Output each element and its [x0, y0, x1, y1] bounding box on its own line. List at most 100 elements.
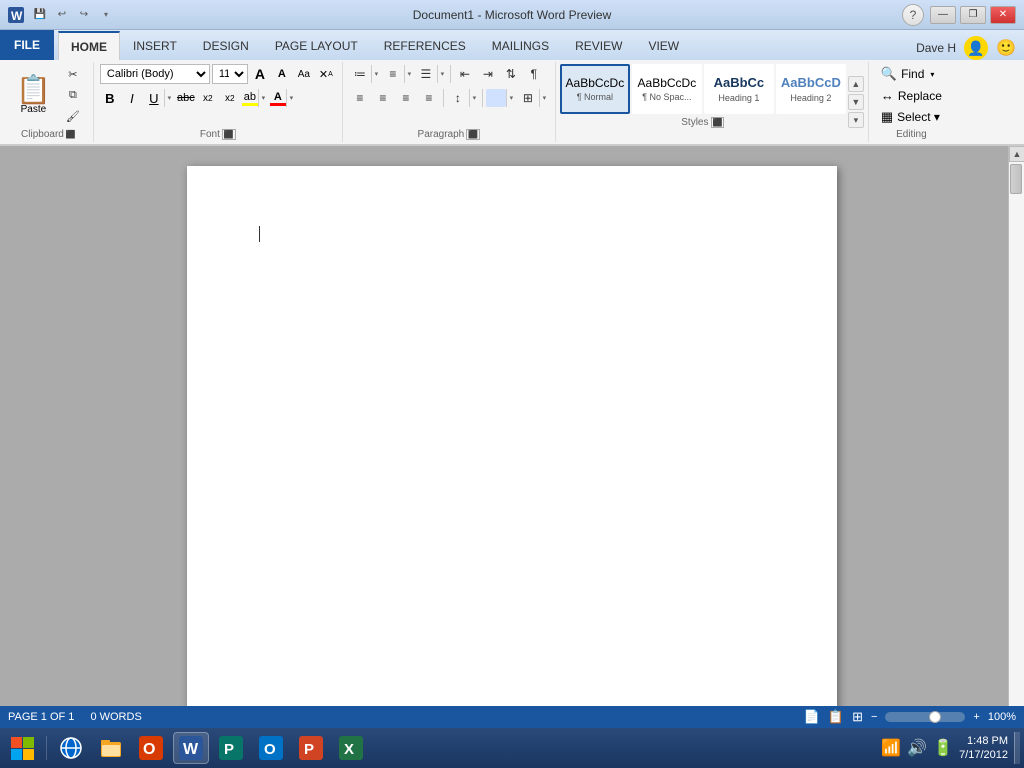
taskbar-word[interactable]: W [173, 732, 209, 764]
tab-file[interactable]: FILE [0, 30, 54, 60]
taskbar-ie[interactable] [53, 732, 89, 764]
tab-home[interactable]: HOME [58, 31, 120, 61]
find-dropdown[interactable]: ▾ [930, 70, 934, 79]
bold-button[interactable]: B [100, 88, 120, 108]
save-qa-button[interactable]: 💾 [30, 5, 50, 25]
help-button[interactable]: ? [902, 4, 924, 26]
font-size-dropdown[interactable]: 11 [212, 64, 248, 84]
taskbar-explorer[interactable] [93, 732, 129, 764]
shading-button[interactable] [486, 89, 506, 107]
font-expand-icon[interactable]: ⬛ [222, 129, 236, 140]
scroll-up-button[interactable]: ▲ [1009, 146, 1024, 162]
clear-formatting-button[interactable]: ✕A [316, 64, 336, 84]
cut-button[interactable]: ✂ [59, 65, 87, 85]
styles-expand-icon[interactable]: ⬛ [711, 117, 725, 128]
subscript-button[interactable]: x2 [198, 88, 218, 108]
font-color-button[interactable]: A [270, 91, 286, 106]
font-name-dropdown[interactable]: Calibri (Body) [100, 64, 210, 84]
zoom-thumb[interactable] [929, 711, 941, 723]
select-button[interactable]: ▦ Select ▾ [875, 107, 946, 127]
line-spacing-dropdown[interactable]: ▾ [469, 89, 479, 107]
tab-mailings[interactable]: MAILINGS [479, 30, 562, 60]
restore-button[interactable]: ❐ [960, 6, 986, 24]
qa-customize-button[interactable]: ▾ [96, 5, 116, 25]
decrease-indent-button[interactable]: ⇤ [454, 64, 476, 84]
find-button[interactable]: 🔍 Find ▾ [875, 64, 941, 84]
clipboard-expand-icon[interactable]: ⬛ [66, 130, 76, 139]
paste-button[interactable]: 📋 Paste [10, 74, 57, 117]
read-mode-button[interactable]: 📄 [804, 709, 820, 725]
feedback-icon[interactable]: 🙂 [996, 38, 1016, 58]
style-no-spacing[interactable]: AaBbCcDc ¶ No Spac... [632, 64, 702, 114]
bullets-dropdown[interactable]: ▾ [371, 65, 381, 83]
borders-button[interactable]: ⊞ [517, 88, 539, 108]
paragraph-expand-icon[interactable]: ⬛ [466, 129, 480, 140]
sort-button[interactable]: ⇅ [500, 64, 522, 84]
styles-scroll-up[interactable]: ▲ [848, 76, 864, 92]
redo-qa-button[interactable]: ↪ [74, 5, 94, 25]
numbering-dropdown[interactable]: ▾ [404, 65, 414, 83]
font-color-dropdown[interactable]: ▾ [286, 89, 296, 107]
zoom-plus-button[interactable]: + [973, 711, 979, 723]
taskbar-powerpoint[interactable]: P [293, 732, 329, 764]
undo-qa-button[interactable]: ↩ [52, 5, 72, 25]
tab-page-layout[interactable]: PAGE LAYOUT [262, 30, 371, 60]
tab-review[interactable]: REVIEW [562, 30, 635, 60]
line-spacing-button[interactable]: ↕ [447, 88, 469, 108]
copy-button[interactable]: ⧉ [59, 86, 87, 106]
numbering-button[interactable]: ≡ [382, 64, 404, 84]
superscript-button[interactable]: x2 [220, 88, 240, 108]
styles-scroll-down[interactable]: ▼ [848, 94, 864, 110]
tab-references[interactable]: REFERENCES [371, 30, 479, 60]
format-painter-button[interactable]: 🖌 [59, 107, 87, 127]
style-heading1[interactable]: AaBbCc Heading 1 [704, 64, 774, 114]
taskbar-outlook[interactable]: O [253, 732, 289, 764]
replace-button[interactable]: ↔ Replace [875, 86, 948, 105]
bullets-button[interactable]: ≔ [349, 64, 371, 84]
scroll-thumb[interactable] [1010, 164, 1022, 194]
web-layout-button[interactable]: ⊞ [852, 709, 863, 725]
justify-button[interactable]: ≡ [418, 88, 440, 108]
minimize-button[interactable]: — [930, 6, 956, 24]
multilevel-button[interactable]: ☰ [415, 64, 437, 84]
tray-battery[interactable]: 🔋 [933, 738, 953, 758]
tab-view[interactable]: VIEW [635, 30, 692, 60]
borders-dropdown[interactable]: ▾ [539, 89, 549, 107]
show-formatting-button[interactable]: ¶ [523, 64, 545, 84]
text-highlight-button[interactable]: ab [242, 91, 258, 106]
style-normal[interactable]: AaBbCcDc ¶ Normal [560, 64, 630, 114]
show-desktop-button[interactable] [1014, 732, 1020, 764]
italic-button[interactable]: I [122, 88, 142, 108]
taskbar-clock[interactable]: 1:48 PM 7/17/2012 [959, 734, 1008, 763]
tray-sound[interactable]: 🔊 [907, 738, 927, 758]
underline-button[interactable]: U [144, 88, 164, 108]
tray-network[interactable]: 📶 [881, 738, 901, 758]
close-button[interactable]: ✕ [990, 6, 1016, 24]
styles-scroll-expand[interactable]: ▾ [848, 112, 864, 128]
strikethrough-button[interactable]: abc [176, 88, 196, 108]
multilevel-dropdown[interactable]: ▾ [437, 65, 447, 83]
font-case-button[interactable]: Aa [294, 64, 314, 84]
start-button[interactable] [4, 732, 40, 764]
align-right-button[interactable]: ≡ [395, 88, 417, 108]
text-highlight-dropdown[interactable]: ▾ [258, 89, 268, 107]
tab-design[interactable]: DESIGN [190, 30, 262, 60]
taskbar-excel[interactable]: X [333, 732, 369, 764]
increase-indent-button[interactable]: ⇥ [477, 64, 499, 84]
document-page[interactable] [187, 166, 837, 706]
tab-insert[interactable]: INSERT [120, 30, 190, 60]
align-left-button[interactable]: ≡ [349, 88, 371, 108]
zoom-minus-button[interactable]: − [871, 711, 877, 723]
document-area[interactable]: ▲ ▼ [0, 146, 1024, 706]
zoom-slider[interactable] [885, 712, 965, 722]
taskbar-publisher[interactable]: P [213, 732, 249, 764]
style-heading2[interactable]: AaBbCcD Heading 2 [776, 64, 846, 114]
taskbar-office[interactable]: O [133, 732, 169, 764]
shading-dropdown[interactable]: ▾ [506, 89, 516, 107]
underline-dropdown[interactable]: ▾ [164, 89, 174, 107]
font-shrink-button[interactable]: A [272, 64, 292, 84]
align-center-button[interactable]: ≡ [372, 88, 394, 108]
print-layout-button[interactable]: 📋 [828, 709, 844, 725]
font-grow-button[interactable]: A [250, 64, 270, 84]
scroll-track[interactable] [1009, 162, 1024, 706]
